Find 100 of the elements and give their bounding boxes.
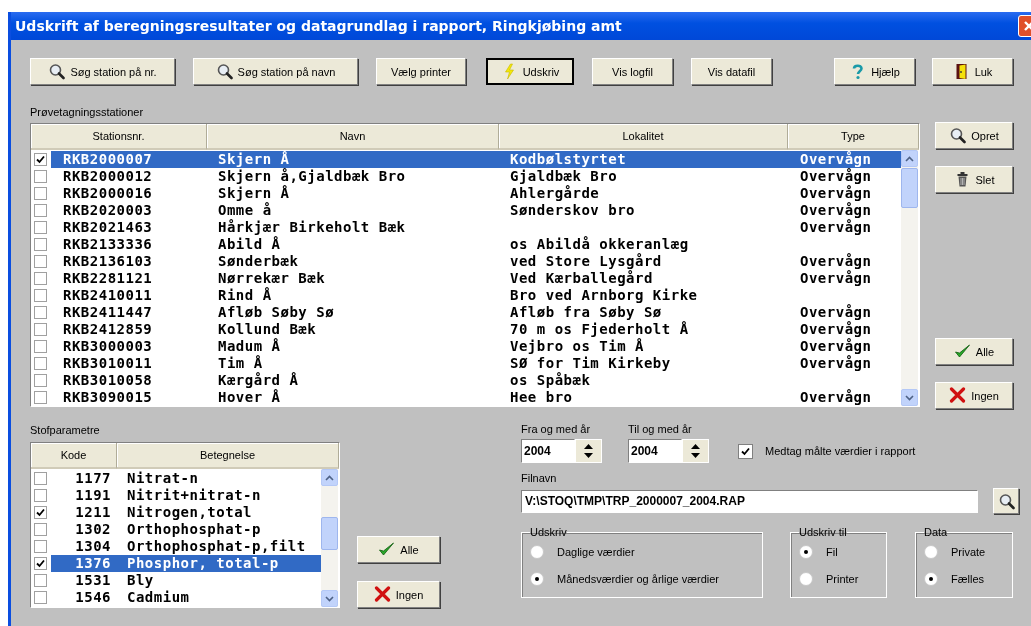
checkbox[interactable] — [34, 506, 47, 519]
table-row[interactable]: RKB3010011 Tim Å SØ for Tim Kirkeby Overvågn — [51, 355, 901, 372]
checkbox[interactable] — [34, 255, 47, 268]
spin-button[interactable] — [575, 439, 602, 463]
side-button[interactable]: Slet — [935, 166, 1013, 193]
table-row[interactable]: 1302 Orthophosphat-p — [51, 521, 321, 538]
table-row[interactable]: RKB3010058 Kærgård Å os Spåbæk — [51, 372, 901, 389]
radio-button[interactable] — [530, 571, 544, 586]
select-button[interactable]: Alle — [935, 338, 1013, 365]
checkbox[interactable] — [34, 289, 47, 302]
checkbox[interactable] — [34, 523, 47, 536]
file-name-field[interactable]: V:\STOQ\TMP\TRP_2000007_2004.RAP — [521, 489, 978, 513]
table-row[interactable]: RKB2000012 Skjern å,Gjaldbæk Bro Gjaldbæk Bro Overvågn — [51, 168, 901, 185]
toolbar-button[interactable]: Søg station på navn — [193, 58, 358, 85]
checkbox[interactable] — [34, 574, 47, 587]
table-row[interactable]: 1304 Orthophosphat-p,filt — [51, 538, 321, 555]
table-row[interactable]: RKB2281121 Nørrekær Bæk Ved Kærballegård Overvågn — [51, 270, 901, 287]
table-cell-text: Afløb Søby Sø — [217, 304, 336, 321]
table-row[interactable]: RKB2412859 Kollund Bæk 70 m os Fjederholt Å Overvågn — [51, 321, 901, 338]
table-cell-text: 1531 — [74, 572, 111, 589]
checkbox[interactable] — [34, 238, 47, 251]
checkbox[interactable] — [34, 153, 47, 166]
year-field[interactable]: 2004 — [628, 439, 682, 463]
checkbox[interactable] — [34, 221, 47, 234]
table-row[interactable]: 1177 Nitrat-n — [51, 470, 321, 487]
checkbox[interactable] — [34, 340, 47, 353]
table-cell-text: RKB2000016 — [62, 185, 154, 202]
toolbar-button[interactable]: Hjælp — [834, 58, 915, 85]
toolbar-button[interactable]: Udskriv — [486, 58, 574, 85]
table-row[interactable]: RKB2020003 Omme å Sønderskov bro Overvågn — [51, 202, 901, 219]
table-row[interactable]: 1531 Bly — [51, 572, 321, 589]
table-row[interactable]: 1211 Nitrogen,total — [51, 504, 321, 521]
table-row[interactable]: RKB2411447 Afløb Søby Sø Afløb fra Søby Sø Overvågn — [51, 304, 901, 321]
toolbar-button[interactable]: Luk — [932, 58, 1013, 85]
group-title: Udskriv — [530, 526, 567, 538]
checkbox-label: Medtag målte værdier i rapport — [765, 445, 916, 457]
table-cell-text: RKB2133336 — [62, 236, 154, 253]
table-row[interactable]: RKB3090015 Hover Å Hee bro Overvågn — [51, 389, 901, 406]
scrollbar[interactable] — [901, 150, 918, 406]
checkbox[interactable] — [34, 472, 47, 485]
table-row[interactable]: RKB2133336 Abild Å os Abildå okkeranlæg — [51, 236, 901, 253]
checkbox[interactable] — [34, 204, 47, 217]
scrollbar[interactable] — [321, 469, 338, 607]
table-cell-text: 1546 — [74, 589, 111, 606]
browse-button[interactable] — [993, 488, 1019, 514]
checkbox[interactable] — [34, 374, 47, 387]
toolbar-button[interactable]: Søg station på nr. — [30, 58, 175, 85]
scroll-down-button[interactable] — [901, 389, 918, 406]
checkbox[interactable] — [34, 357, 47, 370]
table-row[interactable]: 1546 Cadmium — [51, 589, 321, 606]
radio-label: Fælles — [951, 572, 984, 585]
radio-button[interactable] — [530, 544, 544, 559]
table-cell-text: 1211 — [74, 504, 111, 521]
checkbox[interactable] — [34, 323, 47, 336]
checkbox[interactable] — [34, 540, 47, 553]
cross-icon — [949, 387, 967, 404]
field-label: Filnavn — [521, 471, 558, 485]
scroll-up-button[interactable] — [321, 469, 338, 486]
table-row[interactable]: RKB2136103 Sønderbæk ved Store Lysgård Overvågn — [51, 253, 901, 270]
scroll-thumb[interactable] — [901, 168, 918, 208]
column-header[interactable]: Kode — [31, 443, 117, 469]
scroll-down-button[interactable] — [321, 590, 338, 607]
checkbox[interactable] — [34, 391, 47, 404]
table-row[interactable]: 1191 Nitrit+nitrat-n — [51, 487, 321, 504]
select-button[interactable]: Alle — [357, 536, 440, 563]
toolbar-button[interactable]: Vis datafil — [691, 58, 772, 85]
section-label: Stofparametre — [30, 423, 101, 437]
table-row[interactable]: RKB2000016 Skjern Å Ahlergårde Overvågn — [51, 185, 901, 202]
table-row[interactable]: RKB2000007 Skjern Å Kodbølstyrtet Overvågn — [51, 151, 901, 168]
select-button[interactable]: Ingen — [357, 581, 440, 608]
table-row[interactable]: RKB2021463 Hårkjær Birkeholt Bæk Overvågn — [51, 219, 901, 236]
year-field[interactable]: 2004 — [521, 439, 575, 463]
select-button[interactable]: Ingen — [935, 382, 1013, 409]
scroll-thumb[interactable] — [321, 517, 338, 550]
checkbox[interactable] — [34, 557, 47, 570]
checkbox[interactable] — [34, 306, 47, 319]
radio-button[interactable] — [799, 571, 813, 586]
search-icon — [997, 492, 1015, 510]
checkbox[interactable] — [34, 272, 47, 285]
scroll-up-button[interactable] — [901, 150, 918, 167]
toolbar-button[interactable]: Vælg printer — [376, 58, 466, 85]
table-cell-text: Overvågn — [799, 338, 873, 355]
table-row[interactable]: RKB3000003 Madum Å Vejbro os Tim Å Overvågn — [51, 338, 901, 355]
checkbox[interactable] — [34, 489, 47, 502]
radio-button[interactable] — [799, 544, 813, 559]
toolbar-button[interactable]: Vis logfil — [592, 58, 673, 85]
checkbox[interactable] — [34, 591, 47, 604]
spin-button[interactable] — [682, 439, 709, 463]
table-row[interactable]: RKB2410011 Rind Å Bro ved Arnborg Kirke — [51, 287, 901, 304]
radio-button[interactable] — [924, 571, 938, 586]
table-row[interactable]: 1376 Phosphor, total-p — [51, 555, 321, 572]
caret-up-icon — [691, 444, 700, 449]
table-cell-text: 1177 — [74, 470, 111, 487]
side-button[interactable]: Opret — [935, 122, 1013, 149]
checkbox[interactable] — [738, 443, 753, 459]
column-header[interactable]: Betegnelse — [117, 443, 339, 469]
radio-button[interactable] — [924, 544, 938, 559]
checkbox[interactable] — [34, 187, 47, 200]
checkbox[interactable] — [34, 170, 47, 183]
table-cell-text: RKB2412859 — [62, 321, 154, 338]
